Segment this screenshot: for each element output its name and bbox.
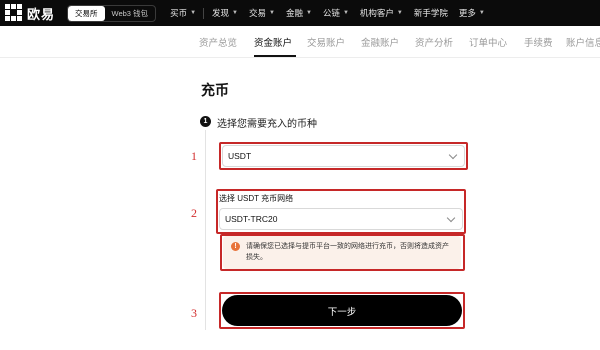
nav-item-academy[interactable]: 新手学院 xyxy=(414,7,448,19)
subnav-item-asset-analysis[interactable]: 资产分析 xyxy=(415,35,453,49)
nav-item-discover[interactable]: 发现 ▼ xyxy=(212,7,238,19)
network-select[interactable]: USDT-TRC20 xyxy=(219,208,463,230)
nav-item-more[interactable]: 更多 ▼ xyxy=(459,7,485,19)
subnav-item-trading-account[interactable]: 交易账户 xyxy=(307,35,345,49)
nav-item-buy[interactable]: 买币 ▼ xyxy=(170,7,196,19)
subnav-item-account-info[interactable]: 账户信息 xyxy=(566,35,600,49)
main-menu: 买币 ▼ 发现 ▼ 交易 ▼ 金融 ▼ 公链 ▼ 机构客户 ▼ 新手学院 更多 ▼ xyxy=(170,7,496,19)
step-label: 选择您需要充入的币种 xyxy=(217,119,317,130)
next-step-button[interactable]: 下一步 xyxy=(222,295,462,326)
chevron-down-icon: ▼ xyxy=(305,10,312,16)
logo[interactable]: 欧易 xyxy=(5,4,55,23)
chevron-down-icon: ▼ xyxy=(396,10,403,16)
chevron-down-icon: ▼ xyxy=(478,10,485,16)
warning-text: 请确保您已选择与提币平台一致的网络进行充币，否则将造成资产损失。 xyxy=(246,243,449,261)
nav-divider xyxy=(203,7,205,19)
subnav-item-order-center[interactable]: 订单中心 xyxy=(469,35,507,49)
network-warning: ! 请确保您已选择与提币平台一致的网络进行充币，否则将造成资产损失。 xyxy=(223,236,461,269)
coin-select-value: USDT xyxy=(228,151,252,161)
logo-text: 欧易 xyxy=(27,7,56,23)
subnav-item-overview[interactable]: 资产总览 xyxy=(199,35,237,49)
page-title: 充币 xyxy=(201,82,229,98)
chevron-down-icon xyxy=(446,213,456,222)
active-tab-indicator xyxy=(254,55,296,57)
logo-mark-icon xyxy=(5,4,23,22)
annotation-mark-2: 2 xyxy=(191,206,197,220)
warning-icon: ! xyxy=(231,242,240,251)
annotation-mark-3: 3 xyxy=(191,306,197,320)
chevron-down-icon: ▼ xyxy=(190,10,197,16)
subnav-item-funding-account[interactable]: 资金账户 xyxy=(254,35,292,49)
nav-item-institutional[interactable]: 机构客户 ▼ xyxy=(360,7,403,19)
subnav-item-finance-account[interactable]: 金融账户 xyxy=(361,35,399,49)
chevron-down-icon: ▼ xyxy=(342,10,349,16)
step-number-badge: 1 xyxy=(200,116,211,127)
top-navigation-bar: 欧易 交易所 Web3 钱包 买币 ▼ 发现 ▼ 交易 ▼ 金融 ▼ 公链 ▼ 机构客户 ▼… xyxy=(0,0,600,26)
step-connector-line xyxy=(205,130,206,330)
mode-tab-web3-wallet[interactable]: Web3 钱包 xyxy=(105,6,156,21)
mode-tab-exchange[interactable]: 交易所 xyxy=(68,5,105,21)
coin-select[interactable]: USDT xyxy=(222,145,465,167)
account-subnav: 资产总览 资金账户 交易账户 金融账户 资产分析 订单中心 手续费 账户信息 xyxy=(0,26,600,58)
nav-item-chain[interactable]: 公链 ▼ xyxy=(323,7,349,19)
chevron-down-icon xyxy=(448,150,458,159)
mode-switch: 交易所 Web3 钱包 xyxy=(67,4,157,22)
subnav-item-fees[interactable]: 手续费 xyxy=(524,35,553,49)
chevron-down-icon: ▼ xyxy=(232,10,238,16)
nav-item-finance[interactable]: 金融 ▼ xyxy=(286,7,312,19)
annotation-mark-1: 1 xyxy=(191,149,197,163)
chevron-down-icon: ▼ xyxy=(269,10,275,16)
network-label: 选择 USDT 充币网络 xyxy=(219,194,294,203)
nav-item-trade[interactable]: 交易 ▼ xyxy=(249,7,275,19)
network-select-value: USDT-TRC20 xyxy=(225,214,278,224)
